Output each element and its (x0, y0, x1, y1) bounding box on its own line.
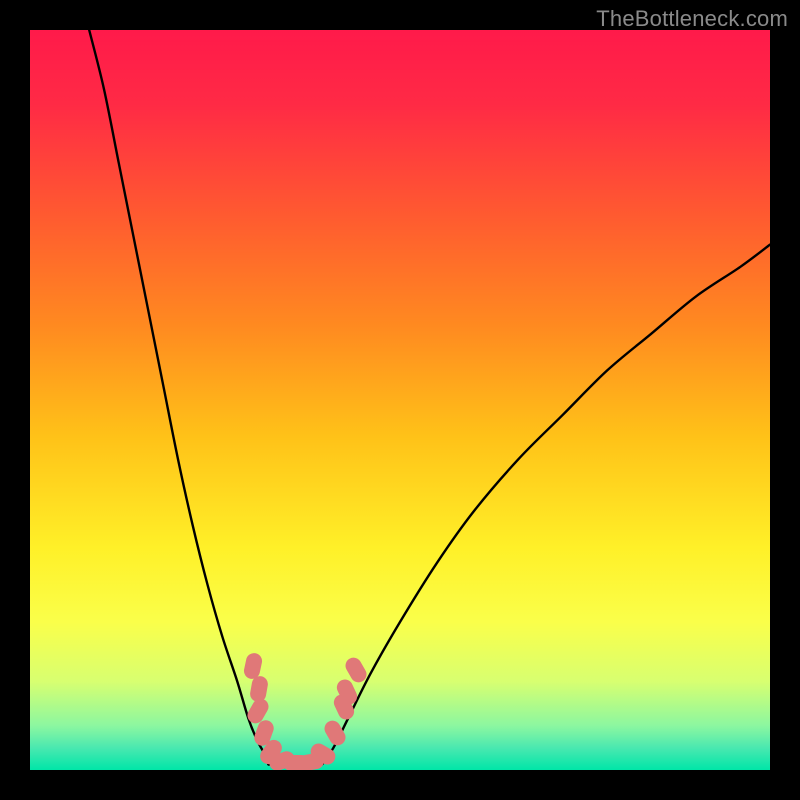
plot-area (30, 30, 770, 770)
bottleneck-curve (30, 30, 770, 770)
watermark-text: TheBottleneck.com (596, 6, 788, 32)
chart-frame: TheBottleneck.com (0, 0, 800, 800)
